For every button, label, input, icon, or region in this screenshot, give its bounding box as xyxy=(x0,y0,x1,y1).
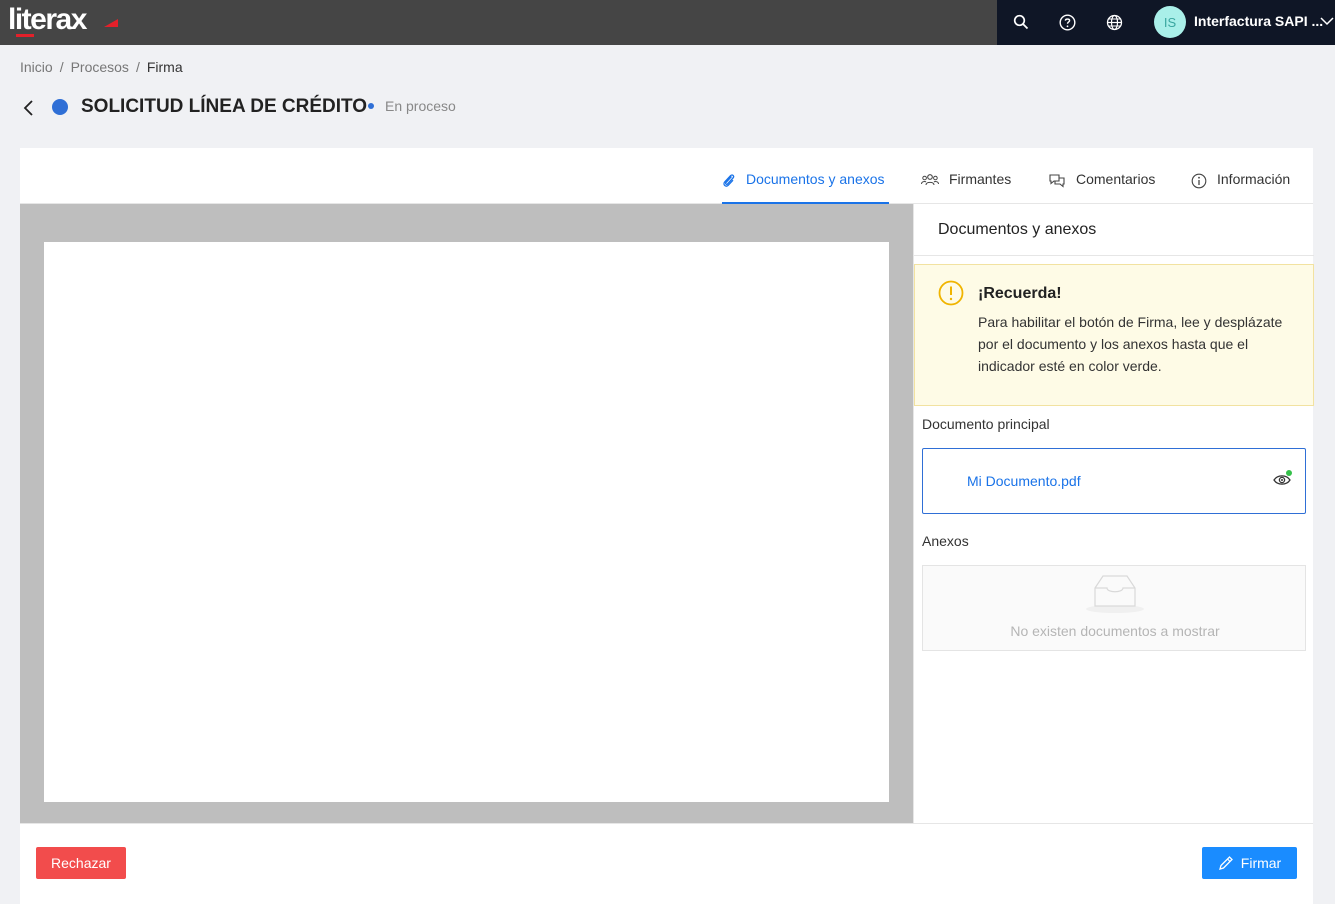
back-arrow-icon[interactable] xyxy=(20,99,38,117)
tab-informacion[interactable]: Información xyxy=(1191,171,1290,204)
process-card: Documentos y anexos Firmantes Comentario… xyxy=(20,148,1314,904)
tab-documentos[interactable]: Documentos y anexos xyxy=(722,171,889,204)
empty-inbox-icon xyxy=(1083,572,1147,614)
main-document-label: Documento principal xyxy=(922,416,1050,432)
literax-logo[interactable]: literax xyxy=(8,3,87,37)
help-icon[interactable] xyxy=(1057,12,1077,32)
info-icon xyxy=(1191,173,1207,189)
annex-empty-state: No existen documentos a mostrar xyxy=(922,565,1306,651)
read-indicator xyxy=(1286,470,1292,476)
divider xyxy=(914,255,1314,256)
breadcrumb-separator: / xyxy=(59,59,64,75)
alert-title: ¡Recuerda! xyxy=(978,285,1062,302)
alert-text: Para habilitar el botón de Firma, lee y … xyxy=(978,314,1283,374)
logo-mark xyxy=(104,19,118,27)
chevron-down-icon[interactable] xyxy=(1320,14,1334,28)
user-name[interactable]: Interfactura SAPI ... xyxy=(1194,13,1323,29)
tab-firmantes[interactable]: Firmantes xyxy=(921,171,1011,204)
reminder-alert: ¡Recuerda! Para habilitar el botón de Fi… xyxy=(914,264,1314,406)
process-status-dot xyxy=(52,99,68,115)
users-icon xyxy=(921,174,939,186)
logo-underline xyxy=(16,34,34,37)
sign-button[interactable]: Firmar xyxy=(1202,847,1297,879)
pen-icon xyxy=(1218,856,1233,870)
breadcrumb-procesos[interactable]: Procesos xyxy=(71,59,129,75)
tab-comentarios[interactable]: Comentarios xyxy=(1048,171,1155,204)
search-icon[interactable] xyxy=(1011,12,1031,32)
page-title: SOLICITUD LÍNEA DE CRÉDITO xyxy=(81,96,368,117)
document-viewer[interactable] xyxy=(20,204,913,823)
breadcrumb-inicio[interactable]: Inicio xyxy=(20,59,53,75)
document-name[interactable]: Mi Documento.pdf xyxy=(967,473,1081,489)
globe-icon[interactable] xyxy=(1104,12,1124,32)
chat-icon xyxy=(1049,174,1065,188)
breadcrumb-separator: / xyxy=(135,59,140,75)
breadcrumb: Inicio / Procesos / Firma xyxy=(20,59,183,75)
top-bar: literax IS Interfactura SAPI ... xyxy=(0,0,1335,45)
tab-label: Comentarios xyxy=(1076,171,1156,187)
document-page[interactable] xyxy=(44,242,889,802)
empty-message: No existen documentos a mostrar xyxy=(1010,623,1220,639)
status-dot xyxy=(368,103,374,109)
documents-panel: Documentos y anexos ¡Recuerda! Para habi… xyxy=(913,204,1314,823)
tab-bar: Documentos y anexos Firmantes Comentario… xyxy=(20,148,1313,204)
action-footer: Rechazar Firmar xyxy=(20,823,1313,904)
sign-label: Firmar xyxy=(1240,855,1282,871)
paperclip-icon xyxy=(723,174,735,187)
annex-label: Anexos xyxy=(922,533,969,549)
status-badge: En proceso xyxy=(385,98,456,114)
reject-button[interactable]: Rechazar xyxy=(36,847,126,879)
panel-title: Documentos y anexos xyxy=(938,221,1097,238)
breadcrumb-firma: Firma xyxy=(146,59,183,75)
tab-label: Información xyxy=(1217,171,1291,187)
tab-label: Documentos y anexos xyxy=(746,171,885,187)
avatar[interactable]: IS xyxy=(1154,6,1186,38)
tab-label: Firmantes xyxy=(949,171,1012,187)
main-document-item[interactable]: Mi Documento.pdf xyxy=(922,448,1306,514)
warning-icon xyxy=(938,280,964,306)
